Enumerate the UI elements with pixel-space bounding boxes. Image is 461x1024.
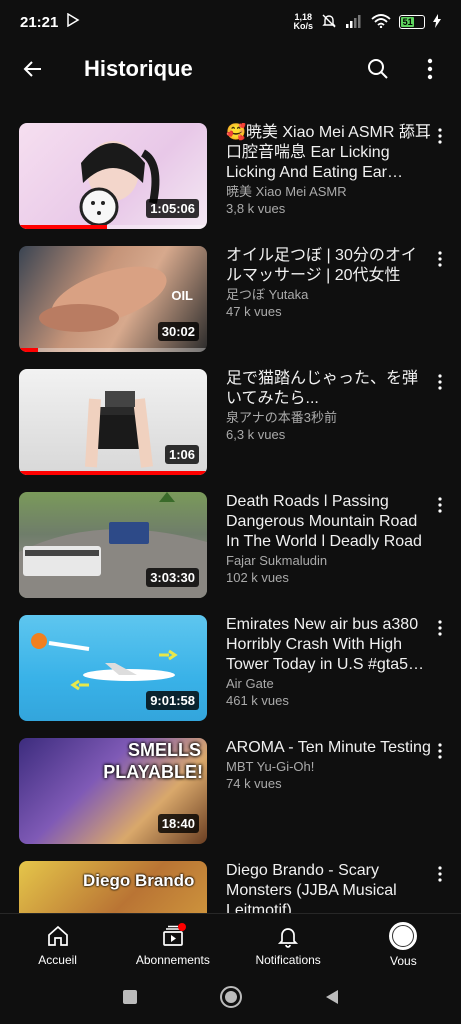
history-list: 1:05:06 🥰暁美 Xiao Mei ASMR 舔耳口腔音喘息 Ear Li… — [0, 123, 461, 913]
channel-name: Fajar Sukmaludin — [226, 553, 328, 568]
nav-label: Abonnements — [135, 952, 210, 967]
nav-label: Notifications — [255, 952, 321, 967]
channel-name: 足つぼ Yutaka — [226, 287, 309, 302]
thumbnail-overlay-text: SMELLS — [127, 740, 201, 760]
header: Historique — [0, 44, 461, 94]
subscriptions-icon — [159, 922, 187, 949]
video-item[interactable]: 1:06 足で猫踏んじゃった、を弾いてみたら... 泉アナの本番3秒前 6,3 … — [0, 369, 461, 492]
video-duration: 18:40 — [157, 814, 199, 833]
channel-name: MBT Yu-Gi-Oh! — [226, 759, 315, 774]
nav-label: Vous — [390, 953, 417, 968]
nav-subscriptions[interactable]: Abonnements — [115, 914, 230, 975]
video-item[interactable]: 1:05:06 🥰暁美 Xiao Mei ASMR 舔耳口腔音喘息 Ear Li… — [0, 123, 461, 246]
page-title: Historique — [84, 56, 193, 81]
battery-indicator: 51 — [399, 15, 425, 29]
view-count: 102 k vues — [226, 570, 289, 585]
video-item[interactable]: SMELLS PLAYABLE! 18:40 AROMA - Ten Minut… — [0, 738, 461, 861]
video-item[interactable]: 9:01:58 Emirates New air bus a380 Horrib… — [0, 615, 461, 738]
view-count: 461 k vues — [226, 693, 289, 708]
mute-icon — [321, 13, 337, 32]
more-vert-icon[interactable] — [431, 863, 449, 885]
video-thumbnail[interactable]: 1:06 — [19, 369, 207, 475]
video-thumbnail[interactable]: 1:05:06 — [19, 123, 207, 229]
video-thumbnail[interactable]: 9:01:58 — [19, 615, 207, 721]
charging-icon — [433, 13, 441, 31]
video-thumbnail[interactable]: SMELLS PLAYABLE! 18:40 — [19, 738, 207, 844]
more-vert-icon[interactable] — [431, 740, 449, 762]
more-vert-icon[interactable] — [415, 54, 445, 84]
nav-home[interactable]: Accueil — [0, 914, 115, 975]
video-duration: 9:01:58 — [146, 691, 199, 710]
channel-name: Air Gate — [226, 676, 274, 691]
thumbnail-overlay-text: PLAYABLE! — [103, 762, 203, 782]
video-duration: 1:06 — [164, 445, 199, 464]
back-arrow-icon[interactable] — [16, 52, 50, 86]
video-item[interactable]: OIL 30:02 オイル足つぼ | 30分のオイルマッサージ | 20代女性 … — [0, 246, 461, 369]
video-item[interactable]: Diego Brando Diego Brando - Scary Monste… — [0, 861, 461, 913]
watch-progress — [19, 225, 108, 229]
video-thumbnail[interactable]: Diego Brando — [19, 861, 207, 913]
video-title[interactable]: Emirates New air bus a380 Horribly Crash… — [226, 615, 431, 675]
bell-icon — [274, 923, 302, 949]
video-item[interactable]: 3:03:30 Death Roads l Passing Dangerous … — [0, 492, 461, 615]
system-navigation — [0, 975, 461, 1024]
video-title[interactable]: Death Roads l Passing Dangerous Mountain… — [226, 492, 431, 552]
video-title[interactable]: 🥰暁美 Xiao Mei ASMR 舔耳口腔音喘息 Ear Licking Li… — [226, 123, 431, 183]
video-duration: 3:03:30 — [146, 568, 199, 587]
more-vert-icon[interactable] — [431, 371, 449, 393]
more-vert-icon[interactable] — [431, 248, 449, 270]
view-count: 3,8 k vues — [226, 201, 286, 216]
watch-progress — [19, 348, 38, 352]
video-title[interactable]: 足で猫踏んじゃった、を弾いてみたら... — [226, 369, 431, 409]
notification-dot — [177, 922, 186, 931]
signal-icon — [345, 14, 363, 31]
back-button-icon[interactable] — [323, 988, 341, 1011]
video-title[interactable]: AROMA - Ten Minute Testing — [226, 738, 431, 758]
search-icon[interactable] — [363, 54, 393, 84]
video-thumbnail[interactable]: 3:03:30 — [19, 492, 207, 598]
video-title[interactable]: Diego Brando - Scary Monsters (JJBA Musi… — [226, 861, 431, 913]
video-title[interactable]: オイル足つぼ | 30分のオイルマッサージ | 20代女性 — [226, 246, 431, 286]
home-icon — [44, 923, 72, 949]
status-bar: 21:21 1,18 Ko/s 51 — [0, 0, 461, 44]
home-button-icon[interactable] — [219, 985, 243, 1014]
bottom-navigation: Accueil Abonnements Notifications Vous — [0, 913, 461, 975]
watch-progress — [19, 471, 207, 475]
nav-notifications[interactable]: Notifications — [231, 914, 346, 975]
more-vert-icon[interactable] — [431, 494, 449, 516]
video-thumbnail[interactable]: OIL 30:02 — [19, 246, 207, 352]
thumbnail-overlay-text: Diego Brando — [83, 871, 195, 890]
more-vert-icon[interactable] — [431, 617, 449, 639]
wifi-icon — [371, 13, 391, 31]
channel-name: 暁美 Xiao Mei ASMR — [226, 184, 347, 199]
nav-label: Accueil — [38, 952, 77, 967]
thumbnail-overlay-text: OIL — [171, 288, 193, 303]
network-speed: 1,18 Ko/s — [293, 12, 313, 31]
channel-name: 泉アナの本番3秒前 — [226, 410, 337, 425]
recent-apps-icon[interactable] — [121, 988, 139, 1011]
nav-you[interactable]: Vous — [346, 914, 461, 975]
view-count: 47 k vues — [226, 304, 282, 319]
view-count: 74 k vues — [226, 776, 282, 791]
avatar — [389, 921, 418, 950]
more-vert-icon[interactable] — [431, 125, 449, 147]
video-duration: 1:05:06 — [146, 199, 199, 218]
view-count: 6,3 k vues — [226, 427, 286, 442]
status-time: 21:21 — [20, 13, 59, 31]
play-store-icon — [66, 12, 80, 32]
video-duration: 30:02 — [157, 322, 199, 341]
